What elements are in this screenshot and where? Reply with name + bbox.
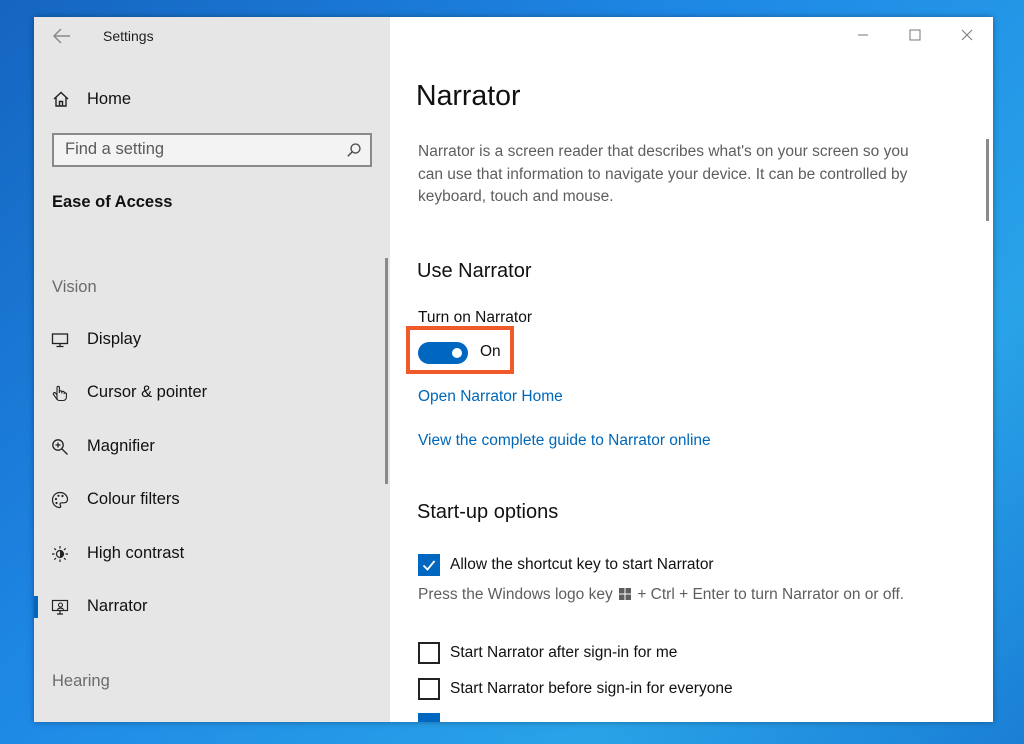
narrator-icon [51,599,69,615]
start-after-signin-checkbox[interactable] [418,642,440,664]
toggle-knob [452,348,462,358]
shortcut-key-label: Allow the shortcut key to start Narrator [450,556,714,573]
toggle-state-text: On [480,343,501,360]
start-before-signin-label: Start Narrator before sign-in for everyo… [450,680,733,697]
section-title: Ease of Access [52,193,173,211]
narrator-guide-link[interactable]: View the complete guide to Narrator onli… [418,432,711,450]
page-description: Narrator is a screen reader that describ… [418,143,909,205]
sidebar-item-magnifier[interactable]: Magnifier [34,430,386,464]
sidebar-item-label: Narrator [87,597,148,615]
search-box [52,133,372,167]
sidebar-item-label: Cursor & pointer [87,383,208,401]
narrator-toggle[interactable] [418,342,468,364]
sidebar-item-colour-filters[interactable]: Colour filters [34,483,386,517]
sidebar-item-narrator[interactable]: Narrator [34,590,386,624]
checkmark-icon [422,560,436,571]
windows-logo-icon [619,588,632,600]
monitor-icon [51,333,69,348]
sidebar-item-label: High contrast [87,544,185,562]
nav-home[interactable]: Home [52,87,131,111]
sidebar-item-high-contrast[interactable]: High contrast [34,537,386,571]
main-content: Narrator Narrator is a screen reader tha… [390,17,993,722]
search-input[interactable] [54,135,335,163]
sidebar-item-cursor-pointer[interactable]: Cursor & pointer [34,376,386,410]
palette-icon [51,491,69,509]
hint-text-end: + Ctrl + Enter to turn Narrator on or of… [637,586,905,603]
start-before-signin-checkbox[interactable] [418,678,440,700]
sidebar-item-label: Magnifier [87,437,155,455]
hint-text-start: Press the Windows logo key [418,586,613,603]
start-after-signin-label: Start Narrator after sign-in for me [450,644,678,661]
sidebar-item-label: Display [87,330,142,348]
window-title: Settings [103,28,154,44]
sidebar: Settings Home Ease of Access Vision Disp… [34,17,390,722]
use-narrator-heading: Use Narrator [417,260,532,282]
magnifier-icon [52,439,68,455]
pointer-icon [52,385,67,402]
sidebar-item-label: Colour filters [87,490,180,508]
content-scrollbar[interactable] [986,139,989,221]
partial-option-checkbox[interactable] [418,713,440,722]
nav-home-label: Home [87,89,132,108]
shortcut-key-checkbox[interactable] [418,554,440,576]
open-narrator-home-link[interactable]: Open Narrator Home [418,388,563,406]
partial-option-row[interactable] [418,713,440,722]
sidebar-item-display[interactable]: Display [34,323,386,357]
settings-window: Settings Home Ease of Access Vision Disp… [34,17,993,722]
search-icon[interactable] [346,142,362,158]
shortcut-key-option[interactable]: Allow the shortcut key to start Narrator [418,554,714,576]
sidebar-scrollbar[interactable] [385,258,388,484]
group-label-hearing: Hearing [52,672,110,690]
sun-icon [52,546,68,562]
home-icon [53,91,69,107]
startup-options-heading: Start-up options [417,501,559,523]
start-after-signin-option[interactable]: Start Narrator after sign-in for me [418,642,677,664]
group-label-vision: Vision [52,278,97,296]
start-before-signin-option[interactable]: Start Narrator before sign-in for everyo… [418,678,733,700]
back-arrow-icon[interactable] [52,27,72,45]
toggle-label: Turn on Narrator [418,309,532,326]
page-title: Narrator [416,80,521,112]
shortcut-hint: Press the Windows logo key + Ctrl + Ente… [418,584,928,606]
